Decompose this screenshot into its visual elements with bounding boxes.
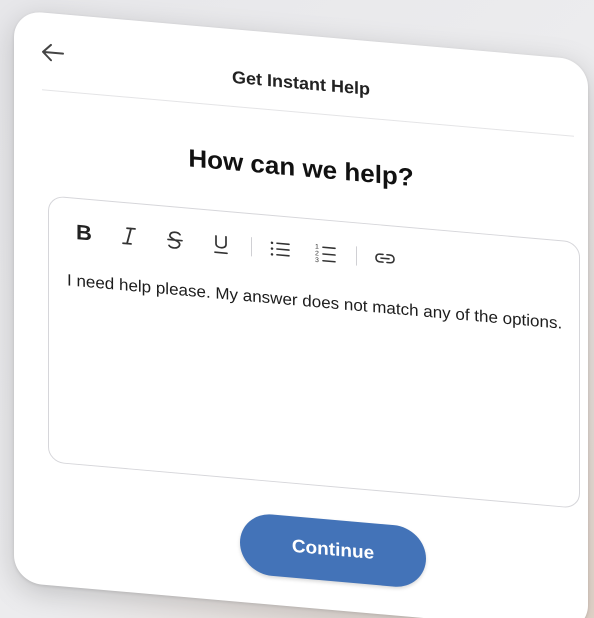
dialog-header: Get Instant Help (14, 10, 588, 143)
continue-button[interactable]: Continue (240, 511, 426, 590)
strikethrough-icon (167, 231, 183, 249)
dialog-title: Get Instant Help (231, 67, 370, 99)
editor-toolbar: B 1 2 3 (67, 215, 415, 276)
rich-text-editor[interactable]: B 1 2 3 I need help please. My answer do… (48, 195, 580, 509)
bold-button[interactable]: B (67, 215, 99, 249)
page-heading: How can we help? (188, 143, 414, 192)
toolbar-separator (251, 237, 252, 257)
help-dialog: Get Instant Help How can we help? B 1 2 … (14, 10, 588, 618)
italic-button[interactable] (113, 219, 145, 253)
screen: Get Instant Help How can we help? B 1 2 … (0, 0, 594, 618)
link-icon (375, 253, 395, 264)
bulleted-list-button[interactable] (264, 233, 296, 267)
numbered-list-button[interactable]: 1 2 3 (310, 237, 342, 271)
bulleted-list-icon (270, 241, 290, 257)
toolbar-separator (356, 246, 357, 266)
editor-content[interactable]: I need help please. My answer does not m… (67, 269, 562, 335)
underline-icon (214, 235, 228, 255)
svg-text:B: B (76, 221, 92, 244)
link-button[interactable] (369, 242, 401, 276)
numbered-list-icon: 1 2 3 (315, 244, 336, 264)
svg-text:3: 3 (315, 257, 319, 264)
strikethrough-button[interactable] (159, 223, 191, 257)
italic-icon (122, 227, 136, 245)
underline-button[interactable] (205, 227, 237, 261)
bold-icon: B (76, 221, 92, 244)
